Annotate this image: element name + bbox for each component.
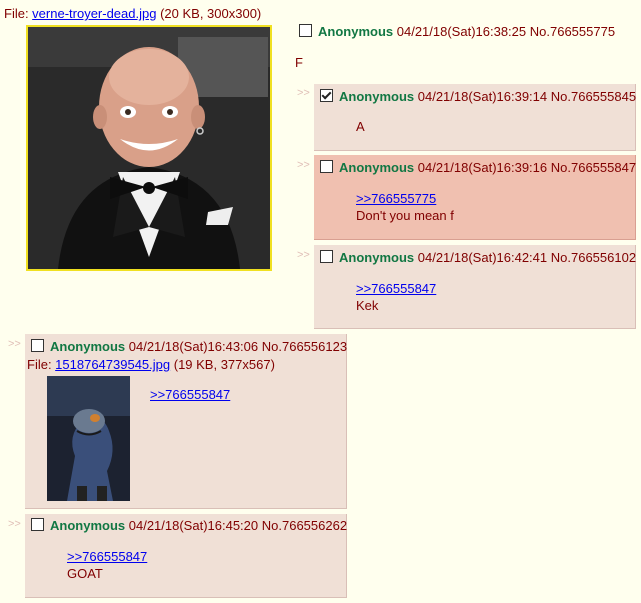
reply-header: Anonymous 04/21/18(Sat)16:42:41 No.76655… — [320, 250, 636, 266]
reply-post-number[interactable]: No.766556262 — [262, 518, 347, 533]
reply-datetime: 04/21/18(Sat)16:43:06 — [128, 339, 259, 354]
reply-name: Anonymous — [50, 518, 126, 533]
reply-checkbox[interactable] — [320, 89, 333, 102]
op-checkbox[interactable] — [299, 24, 312, 37]
reply-comment: Don't you mean f — [356, 208, 454, 223]
reply-datetime: 04/21/18(Sat)16:39:16 — [417, 160, 548, 175]
op-image — [28, 27, 270, 269]
reply-arrows: >> — [297, 87, 310, 99]
reply-post: Anonymous 04/21/18(Sat)16:45:20 No.76655… — [25, 514, 347, 598]
op-file-info: File: verne-troyer-dead.jpg (20 KB, 300x… — [4, 6, 262, 21]
reply-checkbox[interactable] — [31, 518, 44, 531]
reply-header: Anonymous 04/21/18(Sat)16:45:20 No.76655… — [31, 518, 347, 534]
reply-name: Anonymous — [339, 160, 415, 175]
reply-comment: GOAT — [67, 566, 103, 581]
reply-header: Anonymous 04/21/18(Sat)16:43:06 No.76655… — [31, 339, 347, 355]
op-datetime: 04/21/18(Sat)16:38:25 — [396, 24, 527, 39]
reply-quote-link[interactable]: >>766555847 — [356, 281, 436, 297]
reply-arrows: >> — [8, 518, 21, 530]
reply-quote-link[interactable]: >>766555775 — [356, 191, 436, 207]
reply-post-number[interactable]: No.766555847 — [551, 160, 636, 175]
reply-file-info: File: 1518764739545.jpg (19 KB, 377x567) — [27, 357, 275, 372]
reply-checkbox[interactable] — [320, 250, 333, 263]
op-file-link[interactable]: verne-troyer-dead.jpg — [32, 6, 156, 21]
reply-name: Anonymous — [50, 339, 126, 354]
reply-name: Anonymous — [339, 250, 415, 265]
op-thumbnail[interactable] — [26, 25, 272, 271]
reply-post-highlighted: Anonymous 04/21/18(Sat)16:39:16 No.76655… — [314, 155, 636, 240]
reply-arrows: >> — [297, 159, 310, 171]
reply-arrows: >> — [8, 338, 21, 350]
reply-quote-link[interactable]: >>766555847 — [150, 387, 230, 403]
reply-checkbox[interactable] — [31, 339, 44, 352]
reply-quote-link[interactable]: >>766555847 — [67, 549, 147, 565]
reply-file-link[interactable]: 1518764739545.jpg — [55, 357, 170, 372]
reply-image — [47, 376, 130, 501]
reply-comment: Kek — [356, 298, 379, 313]
op-comment: F — [295, 55, 303, 70]
reply-post: Anonymous 04/21/18(Sat)16:42:41 No.76655… — [314, 245, 636, 329]
reply-name: Anonymous — [339, 89, 415, 104]
reply-post-number[interactable]: No.766556123 — [262, 339, 347, 354]
reply-datetime: 04/21/18(Sat)16:45:20 — [128, 518, 259, 533]
reply-datetime: 04/21/18(Sat)16:42:41 — [417, 250, 548, 265]
reply-checkbox[interactable] — [320, 160, 333, 173]
reply-thumbnail[interactable] — [47, 376, 130, 501]
reply-post-with-image: Anonymous 04/21/18(Sat)16:43:06 No.76655… — [25, 334, 347, 509]
reply-datetime: 04/21/18(Sat)16:39:14 — [417, 89, 548, 104]
reply-header: Anonymous 04/21/18(Sat)16:39:16 No.76655… — [320, 160, 636, 176]
reply-arrows: >> — [297, 249, 310, 261]
op-post-number[interactable]: No.766555775 — [530, 24, 615, 39]
op-post-header: Anonymous 04/21/18(Sat)16:38:25 No.76655… — [299, 24, 615, 40]
reply-post: Anonymous 04/21/18(Sat)16:39:14 No.76655… — [314, 84, 636, 151]
reply-post-number[interactable]: No.766555845 — [551, 89, 636, 104]
reply-comment: A — [356, 119, 365, 134]
reply-post-number[interactable]: No.766556102 — [551, 250, 636, 265]
reply-header: Anonymous 04/21/18(Sat)16:39:14 No.76655… — [320, 89, 636, 105]
op-name: Anonymous — [318, 24, 394, 39]
